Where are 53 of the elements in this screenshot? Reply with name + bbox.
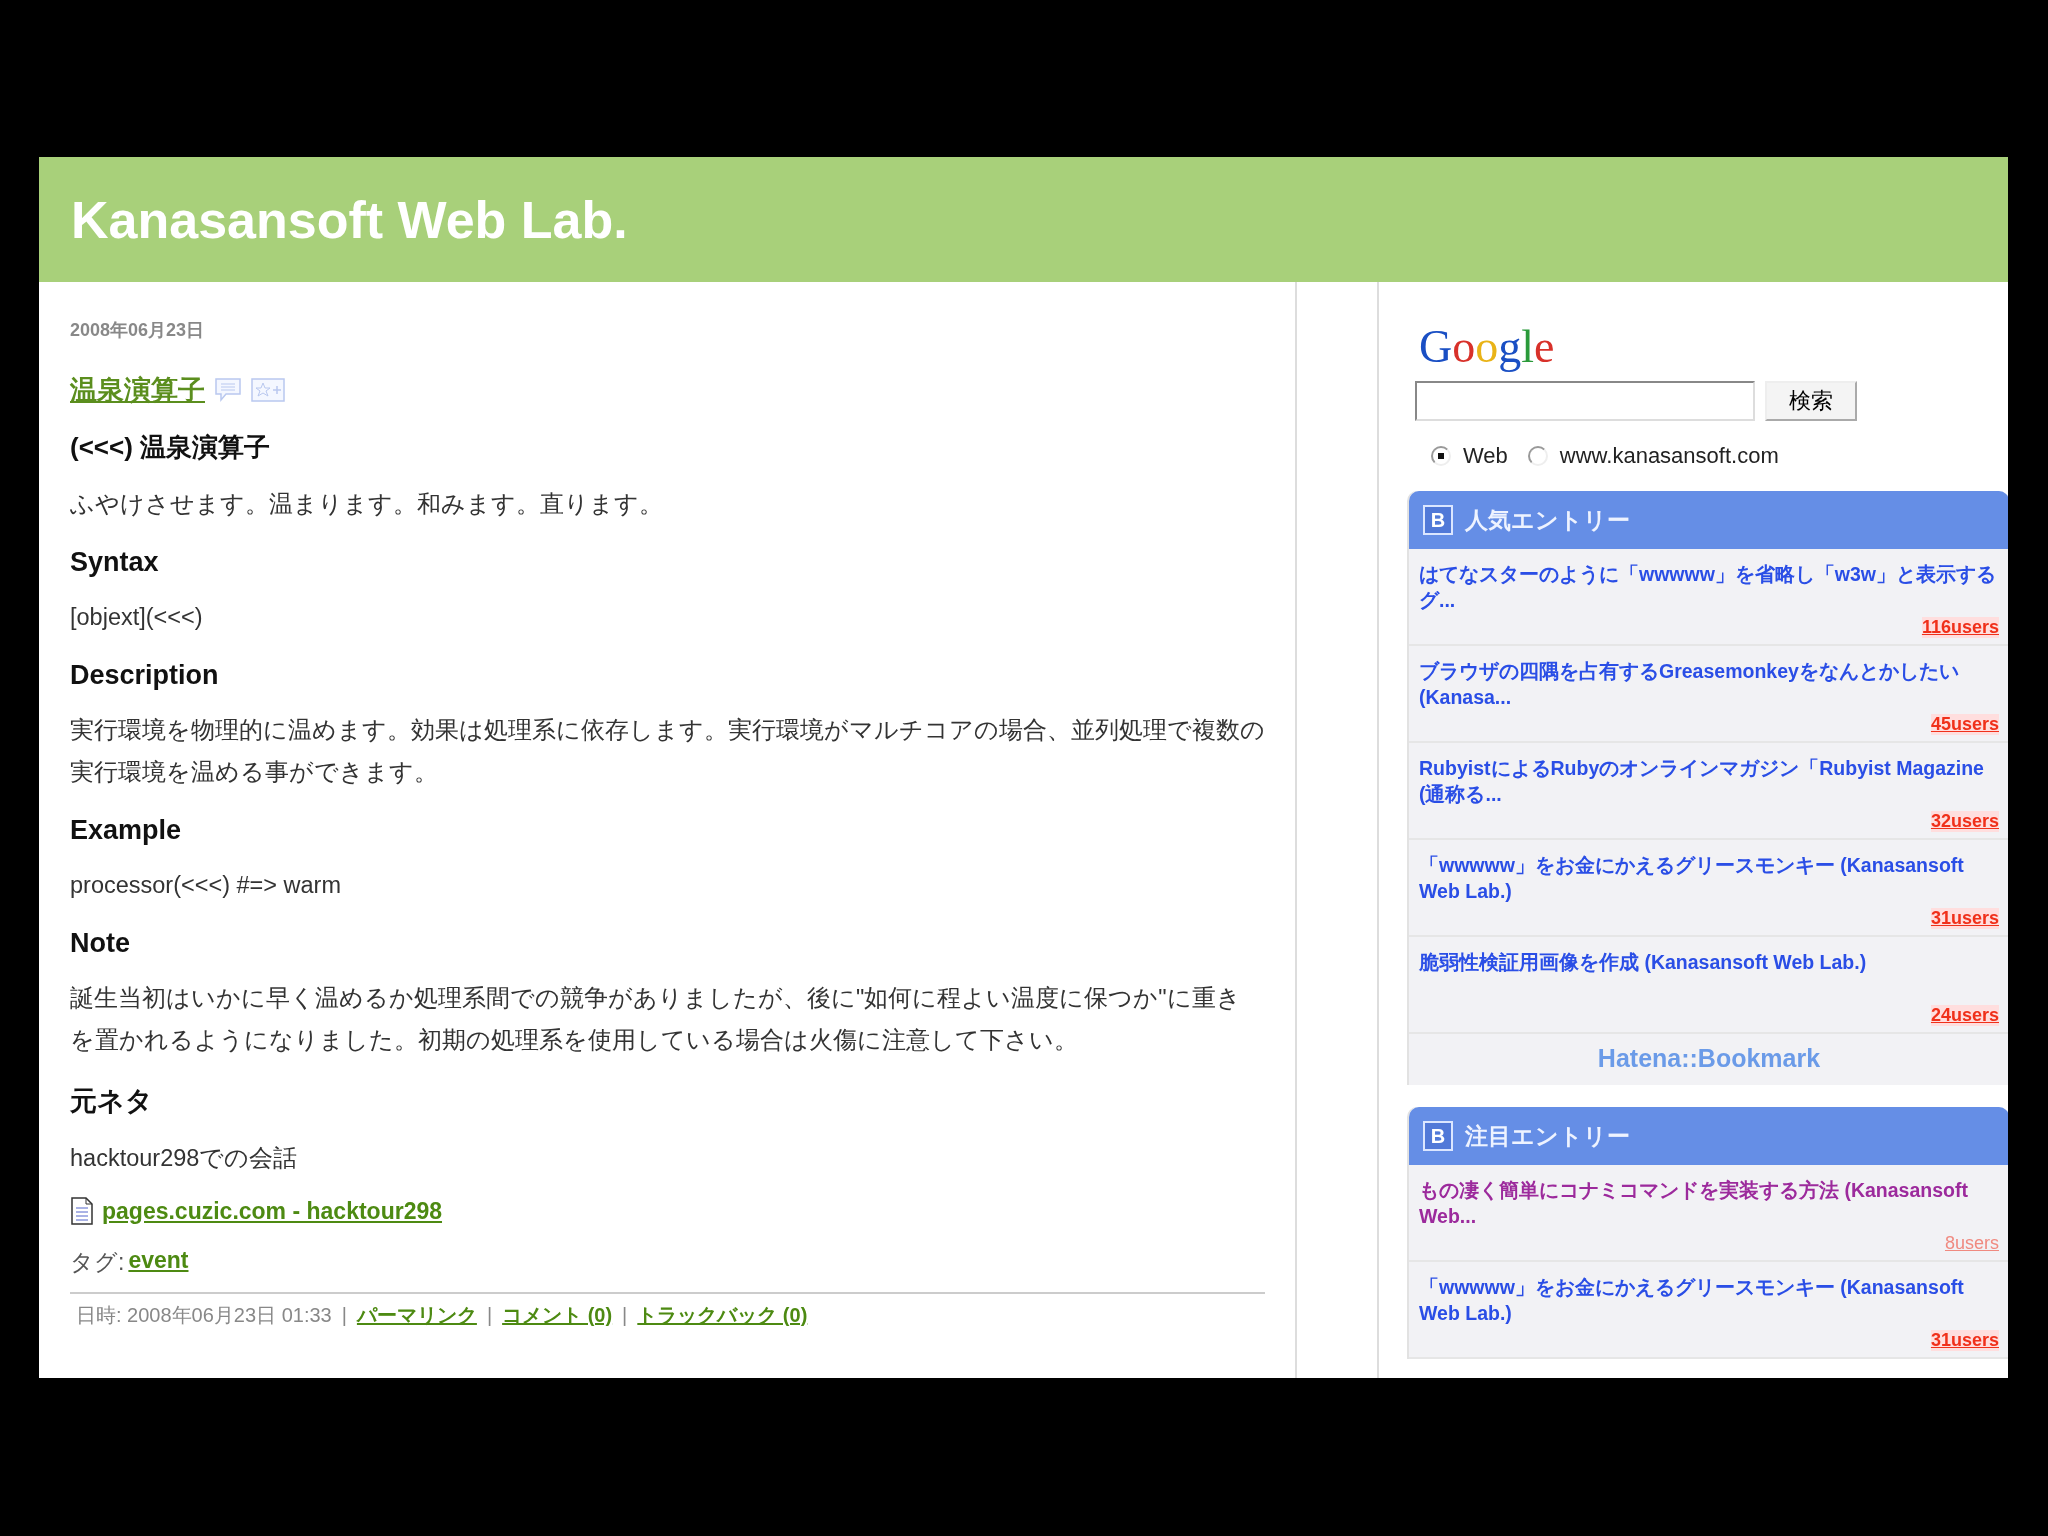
entry-link[interactable]: 「wwwww」をお金にかえるグリースモンキー (Kanasansoft Web Lab.) — [1419, 852, 1999, 904]
article-heading: (<<<) 温泉演算子 — [70, 431, 272, 464]
google-logo: Google — [1418, 320, 1556, 373]
section-text: 誕生当初はいかに早く温めるか処理系間での競争がありましたが、後に"如何に程よい温度に保つか"に重きを置かれるようになりました。初期の処理系を使用している場合は火傷に注意して下さい。 — [70, 984, 1242, 1055]
users-count-link[interactable]: 31users — [1930, 908, 1999, 929]
post-date: 2008年06月23日 — [70, 319, 206, 342]
search-button[interactable]: 検索 — [1765, 381, 1857, 421]
entry-link[interactable]: RubyistによるRubyのオンラインマガジン「Rubyist Magazine (通称る... — [1419, 755, 1999, 807]
entry-link[interactable]: ブラウザの四隅を占有するGreasemonkeyをなんとかしたい (Kanasa... — [1419, 658, 1999, 710]
post-datetime: 日時: 2008年06月23日 01:33 — [76, 1303, 332, 1328]
section-text: processor(<<<) #=> warm — [70, 871, 343, 900]
separator: | — [341, 1304, 347, 1327]
users-count-link[interactable]: 8users — [1944, 1233, 1999, 1254]
users-count-link[interactable]: 116users — [1921, 617, 1999, 638]
entry-link[interactable]: もの凄く簡単にコナミコマンドを実装する方法 (Kanasansoft Web... — [1419, 1177, 1999, 1229]
document-icon — [70, 1197, 94, 1225]
post-title-link[interactable]: 温泉演算子 — [70, 372, 205, 408]
article-text: ふやけさせます。温まります。和みます。直ります。 — [70, 490, 664, 519]
section-text: [objext](<<<) — [70, 603, 204, 632]
separator: | — [622, 1304, 628, 1327]
hatena-logo: B — [1423, 505, 1453, 535]
footer-link[interactable]: トラックバック (0) — [637, 1302, 808, 1329]
widget-title: 人気エントリー — [1465, 505, 1630, 535]
section-heading: Example — [70, 815, 183, 846]
section-text: 実行環境を物理的に温めます。効果は処理系に依存します。実行環境がマルチコアの場合、並列処理で複数の実行環境を温める事ができます。 — [70, 716, 1265, 787]
users-count-link[interactable]: 45users — [1930, 714, 1999, 735]
section-heading: Note — [70, 928, 131, 959]
site-title: Kanasansoft Web Lab. — [71, 189, 628, 250]
search-field[interactable] — [1415, 381, 1755, 421]
radio-button[interactable] — [1527, 446, 1548, 466]
hatena-bookmark-link[interactable]: Hatena::Bookmark — [1597, 1044, 1821, 1072]
entry-link[interactable]: はてなスターのように「wwwww」を省略し「w3w」と表示するグ... — [1419, 561, 1999, 613]
comment-icon[interactable] — [213, 376, 243, 404]
hatena-logo: B — [1423, 1121, 1453, 1151]
separator: | — [486, 1304, 493, 1327]
radio-label: Web — [1463, 443, 1508, 469]
users-count-link[interactable]: 31users — [1930, 1330, 1999, 1351]
entry-link[interactable]: 脆弱性検証用画像を作成 (Kanasansoft Web Lab.) — [1419, 949, 1999, 1001]
radio-button[interactable] — [1431, 446, 1451, 466]
tag-link[interactable]: event — [128, 1247, 189, 1278]
section-text: hacktour298での会話 — [70, 1144, 299, 1173]
tag-label: タグ: — [70, 1248, 125, 1277]
footer-link[interactable]: パーマリンク — [356, 1302, 477, 1329]
source-link[interactable]: pages.cuzic.com - hacktour298 — [102, 1197, 442, 1225]
widget-title: 注目エントリー — [1465, 1121, 1630, 1151]
footer-link[interactable]: コメント (0) — [502, 1302, 613, 1329]
section-heading: Syntax — [70, 547, 160, 578]
entry-link[interactable]: 「wwwww」をお金にかえるグリースモンキー (Kanasansoft Web Lab.) — [1419, 1274, 1999, 1326]
radio-label: www.kanasansoft.com — [1559, 443, 1779, 469]
section-heading: 元ネタ — [70, 1085, 154, 1118]
section-heading: Description — [70, 660, 220, 691]
users-count-link[interactable]: 24users — [1930, 1005, 1999, 1026]
users-count-link[interactable]: 32users — [1930, 811, 1999, 832]
